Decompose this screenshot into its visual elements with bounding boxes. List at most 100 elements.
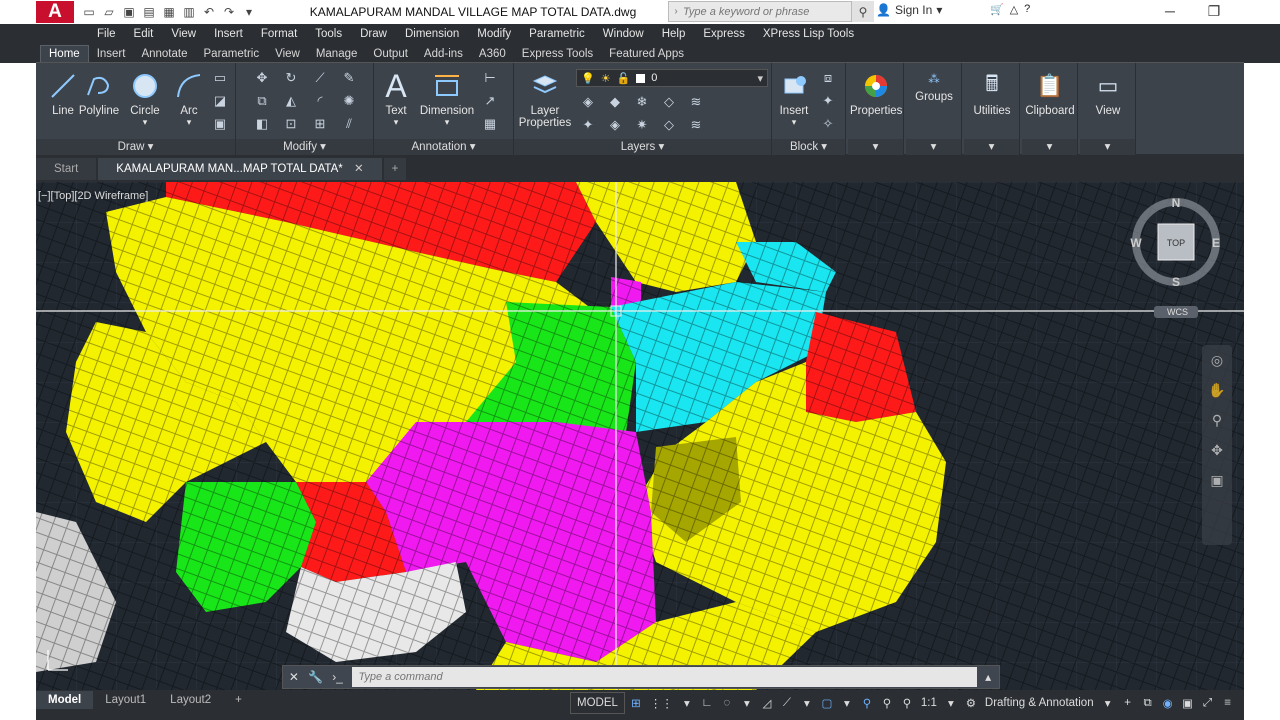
scale-icon[interactable]: ⊡: [281, 115, 301, 133]
chevron-down-icon[interactable]: ▾: [738, 692, 756, 714]
rectangle-icon[interactable]: ▭: [210, 69, 230, 87]
leader-icon[interactable]: ↗: [480, 92, 500, 110]
autocad-logo[interactable]: A: [36, 1, 74, 23]
annotation-visibility-icon[interactable]: ⚲: [858, 692, 876, 714]
offset-icon[interactable]: ⫽: [339, 115, 359, 133]
arc-button[interactable]: Arc ▾: [164, 67, 214, 129]
annotation-panel-title[interactable]: Annotation ▾: [374, 139, 513, 155]
hardware-acceleration-icon[interactable]: ◉: [1159, 692, 1177, 714]
plot-icon[interactable]: ▥: [180, 3, 198, 21]
layer-dropdown[interactable]: 💡 ☀ 🔓 0 ▾: [576, 69, 768, 87]
cart-icon[interactable]: 🛒: [990, 3, 1004, 16]
polar-icon[interactable]: ◌: [718, 692, 736, 714]
properties-expand[interactable]: ▾: [848, 139, 903, 155]
tab-layout2[interactable]: Layout2: [158, 691, 223, 709]
viewcube-top-label[interactable]: TOP: [1167, 238, 1185, 248]
insert-button[interactable]: Insert ▾: [774, 67, 814, 129]
map-drawing[interactable]: TOP N S E W WCS: [36, 182, 1244, 690]
menu-tools[interactable]: Tools: [306, 28, 351, 40]
dimension-button[interactable]: Dimension ▾: [418, 67, 476, 129]
explode-icon[interactable]: ✺: [339, 92, 359, 110]
menu-insert[interactable]: Insert: [205, 28, 252, 40]
navigation-bar[interactable]: ◎ ✋ ⚲ ✥ ▣: [1202, 345, 1232, 545]
command-input[interactable]: [352, 667, 978, 687]
copy-icon[interactable]: ⧉: [252, 92, 272, 110]
layer-freeze-icon[interactable]: ❄: [632, 93, 652, 111]
pan-icon[interactable]: ✋: [1202, 375, 1232, 405]
orbit-icon[interactable]: ✥: [1202, 435, 1232, 465]
plus-icon[interactable]: +: [1119, 692, 1137, 714]
customization-menu-icon[interactable]: ≡: [1219, 692, 1237, 714]
chevron-up-icon[interactable]: ▴: [977, 666, 999, 688]
tab-a360[interactable]: A360: [471, 46, 514, 63]
tab-annotate[interactable]: Annotate: [133, 46, 195, 63]
layer-unlock-icon[interactable]: ◇: [659, 116, 679, 134]
tab-model[interactable]: Model: [36, 691, 94, 709]
binoculars-icon[interactable]: ⚲: [852, 1, 874, 22]
search-input[interactable]: [683, 5, 833, 18]
sign-in-button[interactable]: 👤 Sign In ▾: [876, 3, 942, 17]
save-icon[interactable]: ▣: [120, 3, 138, 21]
compass-west[interactable]: W: [1130, 236, 1142, 250]
block-panel-title[interactable]: Block ▾: [772, 139, 845, 155]
modify-panel-title[interactable]: Modify ▾: [236, 139, 373, 155]
compass-east[interactable]: E: [1212, 236, 1220, 250]
new-file-icon[interactable]: ▭: [80, 3, 98, 21]
chevron-down-icon[interactable]: ▾: [838, 692, 856, 714]
minimize-icon[interactable]: ─: [1148, 0, 1192, 22]
tab-insert[interactable]: Insert: [89, 46, 134, 63]
steering-wheel-icon[interactable]: ◎: [1202, 345, 1232, 375]
compass-south[interactable]: S: [1172, 275, 1180, 289]
tab-start[interactable]: Start: [36, 158, 97, 180]
zoom-icon[interactable]: ⚲: [1202, 405, 1232, 435]
view-expand[interactable]: ▾: [1080, 139, 1135, 155]
menu-dimension[interactable]: Dimension: [396, 28, 468, 40]
ortho-icon[interactable]: ∟: [698, 692, 716, 714]
annotation-scale-value[interactable]: 1:1: [918, 692, 940, 714]
draw-panel-title[interactable]: Draw ▾: [36, 139, 235, 155]
menu-xpress-lisp-tools[interactable]: XPress Lisp Tools: [754, 28, 863, 40]
close-icon[interactable]: ✕: [283, 666, 305, 688]
model-space-toggle[interactable]: MODEL: [570, 692, 625, 714]
prompt-icon[interactable]: ›_: [327, 666, 349, 688]
drawing-canvas[interactable]: TOP N S E W WCS: [36, 182, 1244, 690]
isodraft-icon[interactable]: ◿: [758, 692, 776, 714]
layer-off-icon[interactable]: ◈: [578, 93, 598, 111]
layer-on-icon[interactable]: ✦: [578, 116, 598, 134]
tab-express-tools[interactable]: Express Tools: [514, 46, 601, 63]
layer-current-icon[interactable]: ≋: [686, 116, 706, 134]
chevron-down-icon[interactable]: ▾: [1099, 692, 1117, 714]
showmotion-icon[interactable]: ▣: [1202, 465, 1232, 495]
wrench-icon[interactable]: 🔧: [305, 666, 327, 688]
menu-express[interactable]: Express: [694, 28, 754, 40]
trim-icon[interactable]: ⟋: [310, 69, 330, 87]
edit-block-icon[interactable]: ✦: [818, 92, 838, 110]
groups-button[interactable]: ⁂ Groups: [908, 67, 960, 129]
annotation-scale-icon[interactable]: ⚲: [898, 692, 916, 714]
tab-view[interactable]: View: [267, 46, 308, 63]
rotate-icon[interactable]: ↻: [281, 69, 301, 87]
a360-icon[interactable]: △: [1010, 3, 1018, 16]
boundary-icon[interactable]: ▣: [210, 115, 230, 133]
array-icon[interactable]: ⊞: [310, 115, 330, 133]
clean-screen-icon[interactable]: ⤢: [1199, 692, 1217, 714]
workspace-switch[interactable]: Drafting & Annotation: [982, 692, 1097, 714]
tab-featured-apps[interactable]: Featured Apps: [601, 46, 692, 63]
view-button[interactable]: ▭ View: [1082, 67, 1134, 129]
chevron-down-icon[interactable]: ▾: [798, 692, 816, 714]
layers-panel-title[interactable]: Layers ▾: [514, 139, 771, 155]
move-icon[interactable]: ✥: [252, 69, 272, 87]
linear-dim-icon[interactable]: ⊢: [480, 69, 500, 87]
hatch-icon[interactable]: ◪: [210, 92, 230, 110]
tab-layout1[interactable]: Layout1: [93, 691, 158, 709]
viewport-controls[interactable]: [−][Top][2D Wireframe]: [38, 190, 148, 202]
layer-match-icon[interactable]: ≋: [686, 93, 706, 111]
menu-draw[interactable]: Draw: [351, 28, 396, 40]
clipboard-expand[interactable]: ▾: [1022, 139, 1077, 155]
isolate-objects-icon[interactable]: ⧉: [1139, 692, 1157, 714]
menu-modify[interactable]: Modify: [468, 28, 520, 40]
utilities-button[interactable]: 🖩 Utilities: [966, 67, 1018, 129]
new-tab-button[interactable]: +: [383, 158, 407, 180]
undo-icon[interactable]: ↶: [200, 3, 218, 21]
table-icon[interactable]: ▦: [480, 115, 500, 133]
